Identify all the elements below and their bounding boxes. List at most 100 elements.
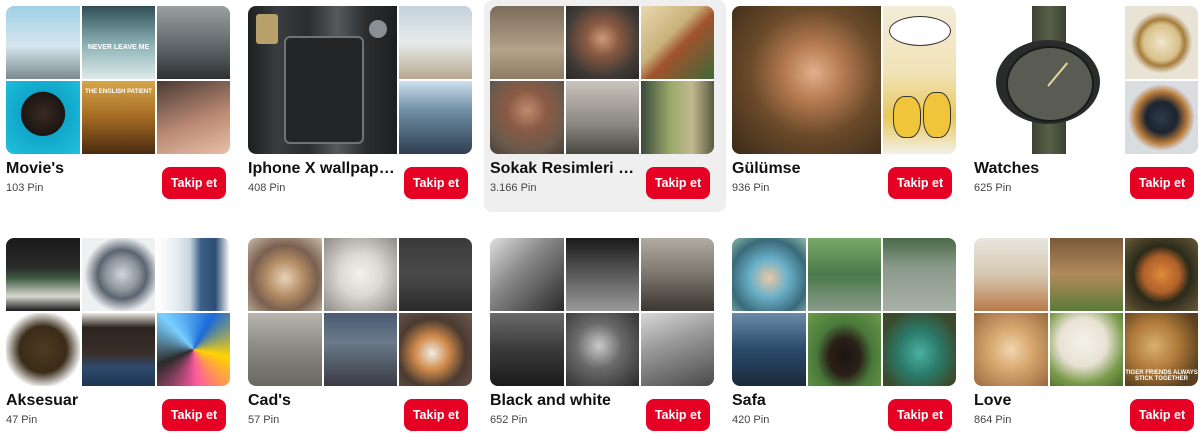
board-title[interactable]: Cad's bbox=[248, 392, 398, 410]
board-cover-collage[interactable] bbox=[490, 6, 714, 154]
cover-image bbox=[1050, 313, 1123, 386]
board-card-watches[interactable]: Watches 625 Pin Takip et bbox=[968, 0, 1200, 212]
image-caption: TIGER FRIENDS ALWAYS STICK TOGETHER bbox=[1125, 370, 1198, 382]
follow-button[interactable]: Takip et bbox=[1130, 399, 1194, 431]
board-card-iphone-x-wallpapers[interactable]: Iphone X wallpapers 408 Pin Takip et bbox=[242, 0, 484, 212]
board-cover-collage[interactable] bbox=[490, 238, 714, 386]
board-cover-collage[interactable] bbox=[248, 238, 472, 386]
board-title[interactable]: Watches bbox=[974, 160, 1124, 178]
cover-image bbox=[399, 81, 472, 154]
cover-image bbox=[808, 238, 881, 311]
board-card-love[interactable]: TIGER FRIENDS ALWAYS STICK TOGETHER Love… bbox=[968, 232, 1200, 444]
cover-image bbox=[324, 238, 397, 311]
cover-image bbox=[641, 6, 714, 79]
board-cover-collage[interactable]: NEVER LEAVE ME THE ENGLISH PATIENT bbox=[6, 6, 230, 154]
pin-count: 936 Pin bbox=[732, 182, 770, 194]
cover-image bbox=[399, 6, 472, 79]
cover-image bbox=[566, 81, 639, 154]
cover-image bbox=[399, 238, 472, 311]
board-title[interactable]: Aksesuar bbox=[6, 392, 156, 410]
board-title[interactable]: Sokak Resimleri ve... bbox=[490, 160, 640, 178]
cover-image bbox=[641, 313, 714, 386]
pin-count: 57 Pin bbox=[248, 414, 280, 426]
cover-image bbox=[157, 81, 230, 154]
board-cover-collage[interactable] bbox=[732, 238, 956, 386]
board-card-sokak-resimleri[interactable]: Sokak Resimleri ve... 3.166 Pin Takip et bbox=[484, 0, 726, 212]
board-cover-collage[interactable] bbox=[6, 238, 230, 386]
follow-button[interactable]: Takip et bbox=[404, 399, 468, 431]
cover-image bbox=[1125, 6, 1198, 79]
board-title[interactable]: Black and white bbox=[490, 392, 640, 410]
follow-button[interactable]: Takip et bbox=[888, 399, 952, 431]
board-grid: NEVER LEAVE ME THE ENGLISH PATIENT Movie… bbox=[0, 0, 1200, 436]
follow-button[interactable]: Takip et bbox=[404, 167, 468, 199]
cover-image bbox=[248, 6, 397, 154]
follow-button[interactable]: Takip et bbox=[888, 167, 952, 199]
cover-image bbox=[399, 313, 472, 386]
cover-image bbox=[490, 313, 564, 386]
cover-image bbox=[157, 238, 230, 311]
cover-image bbox=[808, 313, 881, 386]
board-cover-collage[interactable] bbox=[732, 6, 956, 154]
pin-count: 864 Pin bbox=[974, 414, 1012, 426]
cover-image bbox=[641, 238, 714, 311]
board-card-movies[interactable]: NEVER LEAVE ME THE ENGLISH PATIENT Movie… bbox=[0, 0, 242, 212]
follow-button[interactable]: Takip et bbox=[646, 399, 710, 431]
board-cover-collage[interactable]: TIGER FRIENDS ALWAYS STICK TOGETHER bbox=[974, 238, 1198, 386]
cover-image bbox=[157, 313, 230, 386]
follow-button[interactable]: Takip et bbox=[646, 167, 710, 199]
cover-image bbox=[324, 313, 397, 386]
cover-image bbox=[732, 238, 806, 311]
board-title[interactable]: Iphone X wallpapers bbox=[248, 160, 398, 178]
cover-image bbox=[1050, 238, 1123, 311]
board-card-gulumse[interactable]: Gülümse 936 Pin Takip et bbox=[726, 0, 968, 212]
cover-image bbox=[1125, 81, 1198, 154]
cover-image bbox=[82, 238, 155, 311]
follow-button[interactable]: Takip et bbox=[162, 399, 226, 431]
board-cover-collage[interactable] bbox=[974, 6, 1198, 154]
pin-count: 3.166 Pin bbox=[490, 182, 537, 194]
cover-image bbox=[974, 6, 1123, 154]
cover-image bbox=[248, 313, 322, 386]
cover-image: THE ENGLISH PATIENT bbox=[82, 81, 155, 154]
cover-image bbox=[6, 81, 80, 154]
cover-image bbox=[732, 6, 881, 154]
board-card-safa[interactable]: Safa 420 Pin Takip et bbox=[726, 232, 968, 444]
board-cover-collage[interactable] bbox=[248, 6, 472, 154]
board-card-cads[interactable]: Cad's 57 Pin Takip et bbox=[242, 232, 484, 444]
cover-image bbox=[490, 81, 564, 154]
pin-count: 625 Pin bbox=[974, 182, 1012, 194]
cover-image bbox=[566, 313, 639, 386]
cover-image bbox=[883, 313, 956, 386]
board-title[interactable]: Gülümse bbox=[732, 160, 882, 178]
pin-count: 47 Pin bbox=[6, 414, 38, 426]
cover-image bbox=[883, 238, 956, 311]
cover-image: TIGER FRIENDS ALWAYS STICK TOGETHER bbox=[1125, 313, 1198, 386]
pin-count: 420 Pin bbox=[732, 414, 770, 426]
cover-image bbox=[732, 313, 806, 386]
board-card-aksesuar[interactable]: Aksesuar 47 Pin Takip et bbox=[0, 232, 242, 444]
cover-image bbox=[6, 238, 80, 311]
cover-image bbox=[1125, 238, 1198, 311]
cover-image bbox=[6, 6, 80, 79]
board-card-black-and-white[interactable]: Black and white 652 Pin Takip et bbox=[484, 232, 726, 444]
pin-count: 408 Pin bbox=[248, 182, 286, 194]
follow-button[interactable]: Takip et bbox=[162, 167, 226, 199]
cover-image bbox=[157, 6, 230, 79]
cover-image bbox=[6, 313, 80, 386]
poster-title: NEVER LEAVE ME bbox=[87, 44, 150, 51]
poster-title: THE ENGLISH PATIENT bbox=[85, 89, 152, 95]
cover-image bbox=[883, 6, 956, 154]
pin-count: 103 Pin bbox=[6, 182, 44, 194]
cover-image bbox=[248, 238, 322, 311]
cover-image bbox=[82, 313, 155, 386]
cover-image bbox=[490, 6, 564, 79]
follow-button[interactable]: Takip et bbox=[1130, 167, 1194, 199]
board-title[interactable]: Movie's bbox=[6, 160, 156, 178]
cover-image bbox=[566, 6, 639, 79]
board-title[interactable]: Love bbox=[974, 392, 1124, 410]
pin-count: 652 Pin bbox=[490, 414, 528, 426]
cover-image bbox=[974, 313, 1048, 386]
board-title[interactable]: Safa bbox=[732, 392, 882, 410]
cover-image: NEVER LEAVE ME bbox=[82, 6, 155, 79]
